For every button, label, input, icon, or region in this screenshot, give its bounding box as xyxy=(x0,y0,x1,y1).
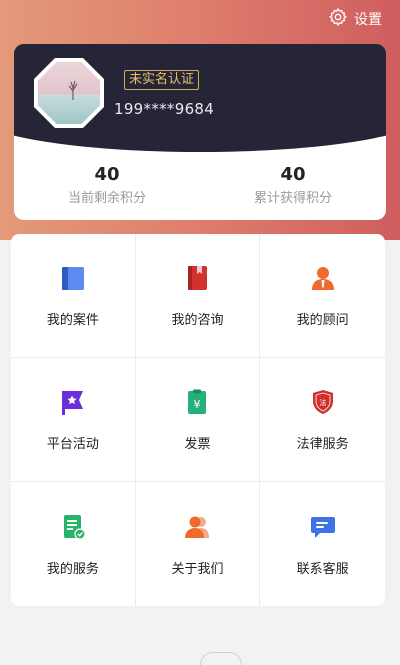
person-icon xyxy=(308,263,338,297)
avatar-tree-graphic xyxy=(68,80,78,100)
menu-item-label: 平台活动 xyxy=(46,437,99,452)
invoice-icon: ¥ xyxy=(182,387,212,421)
remaining-points[interactable]: 40 当前剩余积分 xyxy=(14,164,200,206)
menu-item-platform-activities[interactable]: 平台活动 xyxy=(11,358,136,482)
people-icon xyxy=(182,512,212,546)
menu-item-label: 我的顾问 xyxy=(296,313,349,328)
menu-item-legal-services[interactable]: 法 法律服务 xyxy=(260,358,385,482)
menu-item-label: 我的案件 xyxy=(46,313,99,328)
total-points-value: 40 xyxy=(280,164,306,185)
menu-item-label: 发票 xyxy=(184,437,211,452)
menu-item-my-services[interactable]: 我的服务 xyxy=(11,482,136,606)
svg-text:¥: ¥ xyxy=(194,398,201,411)
remaining-points-label: 当前剩余积分 xyxy=(67,191,146,206)
menu-item-my-cases[interactable]: 我的案件 xyxy=(11,234,136,358)
home-indicator xyxy=(200,652,242,665)
total-points[interactable]: 40 累计获得积分 xyxy=(200,164,386,206)
menu-item-about-us[interactable]: 关于我们 xyxy=(136,482,261,606)
remaining-points-value: 40 xyxy=(94,164,120,185)
phone-number: 199****9684 xyxy=(114,100,215,118)
menu-item-label: 法律服务 xyxy=(296,437,349,452)
menu-item-invoice[interactable]: ¥ 发票 xyxy=(135,358,261,482)
law-shield-icon: 法 xyxy=(308,387,338,421)
settings-button[interactable]: 设置 xyxy=(328,7,382,31)
folder-icon xyxy=(58,263,88,297)
verification-badge[interactable]: 未实名认证 xyxy=(124,70,200,90)
service-doc-icon xyxy=(58,512,88,546)
chat-icon xyxy=(308,512,338,546)
gear-icon xyxy=(328,7,348,31)
menu-item-label: 联系客服 xyxy=(296,561,349,577)
menu-grid: 我的案件 我的咨询 我的顾问 平台活动 ¥ 发票 法 法律服务 我的服务 关于我… xyxy=(11,234,385,606)
menu-item-label: 我的服务 xyxy=(46,561,99,577)
profile-card: 未实名认证 199****9684 40 当前剩余积分 40 累计获得积分 xyxy=(14,44,386,220)
settings-label: 设置 xyxy=(354,12,382,28)
svg-text:法: 法 xyxy=(319,398,326,407)
menu-item-my-consultations[interactable]: 我的咨询 xyxy=(135,234,261,358)
flag-icon xyxy=(58,387,88,421)
menu-item-my-advisor[interactable]: 我的顾问 xyxy=(260,234,385,358)
menu-item-label: 关于我们 xyxy=(171,561,224,577)
menu-item-contact-support[interactable]: 联系客服 xyxy=(260,482,385,606)
menu-item-label: 我的咨询 xyxy=(171,313,224,328)
book-icon xyxy=(182,263,212,297)
total-points-label: 累计获得积分 xyxy=(253,191,332,206)
